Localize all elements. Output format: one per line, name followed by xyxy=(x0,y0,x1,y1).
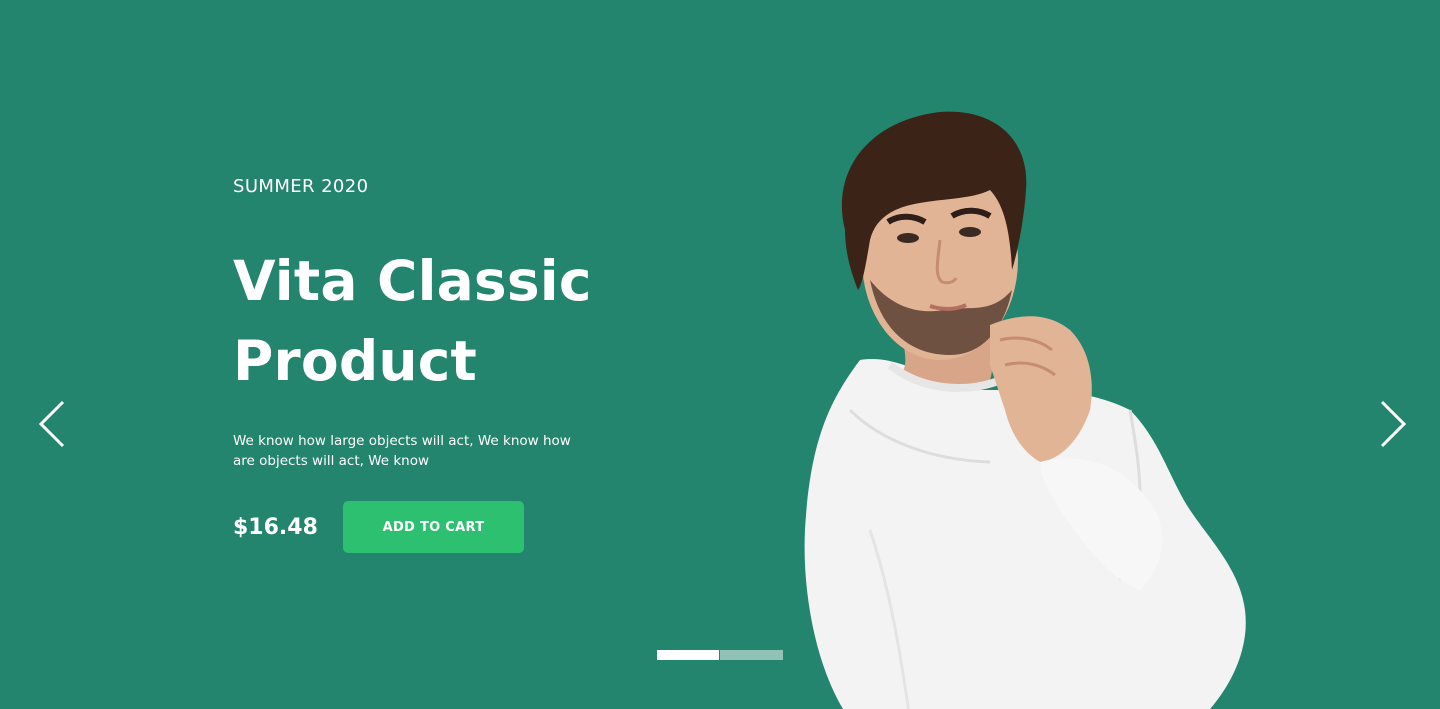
season-label: SUMMER 2020 xyxy=(233,176,369,197)
price: $16.48 xyxy=(233,514,318,540)
product-title: Vita Classic Product xyxy=(233,241,613,401)
prev-slide-button[interactable] xyxy=(35,398,69,450)
title-line-2: Product xyxy=(233,329,478,393)
next-slide-button[interactable] xyxy=(1376,398,1410,450)
hero-slider: SUMMER 2020 Vita Classic Product We know… xyxy=(0,0,1440,709)
title-line-1: Vita Classic xyxy=(233,249,592,313)
slide-indicator-2[interactable] xyxy=(720,650,783,660)
purchase-row: $16.48 ADD TO CART xyxy=(233,501,613,553)
chevron-right-icon xyxy=(1380,400,1407,448)
model-illustration xyxy=(804,111,1246,709)
product-description: We know how large objects will act, We k… xyxy=(233,433,571,469)
add-to-cart-button[interactable]: ADD TO CART xyxy=(343,501,524,553)
hero-content: SUMMER 2020 Vita Classic Product We know… xyxy=(233,175,613,553)
slide-indicators xyxy=(657,650,783,660)
chevron-left-icon xyxy=(38,400,65,448)
slide-indicator-1[interactable] xyxy=(657,650,719,660)
hero-model-image xyxy=(790,110,1260,709)
